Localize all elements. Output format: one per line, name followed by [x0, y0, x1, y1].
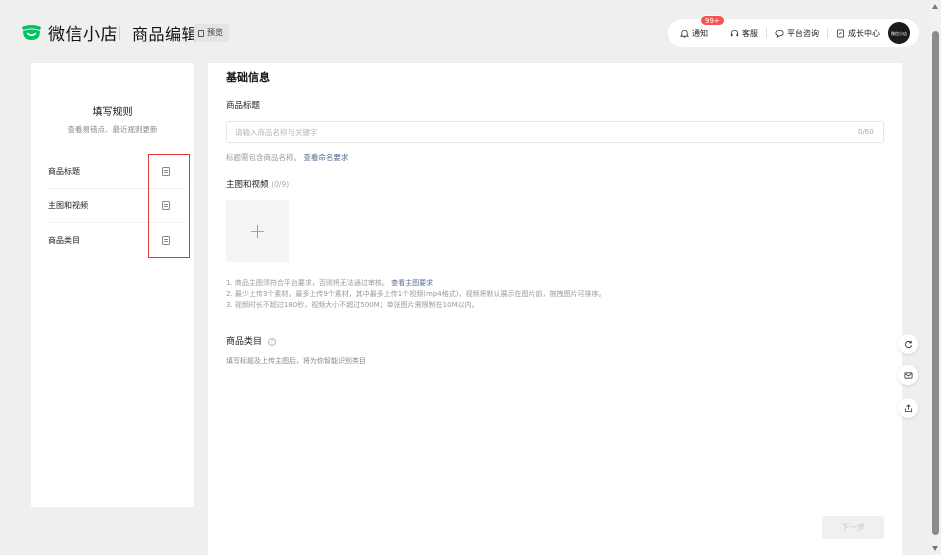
- rule-item-label: 主图和视频: [48, 201, 88, 210]
- media-label: 主图和视频: [226, 180, 269, 190]
- mail-icon: [903, 371, 913, 379]
- scrollbar-thumb[interactable]: [932, 31, 939, 535]
- headset-icon: [730, 29, 739, 36]
- media-note-2: 2. 最少上传3个素材，最多上传9个素材，其中最多上传1个视频(mp4格式)，视…: [226, 290, 606, 298]
- notification-label: 通知: [692, 28, 708, 38]
- vertical-scrollbar[interactable]: [930, 0, 941, 555]
- shop-logo-icon: [22, 25, 41, 40]
- platform-consult-label: 平台咨询: [787, 28, 819, 38]
- category-label: 商品类目: [226, 337, 263, 347]
- media-note-1-text: 1. 商品主图须符合平台要求，否则将无法通过审核。: [226, 279, 389, 287]
- customer-service-label: 客服: [742, 28, 758, 38]
- refresh-button[interactable]: [898, 334, 918, 354]
- top-actions: 通知 99+ 客服 平台咨询 成长中心 微信小店: [668, 14, 919, 47]
- avatar[interactable]: 微信小店: [888, 22, 910, 44]
- brand-divider: [119, 26, 120, 40]
- chat-bubble-icon: [775, 29, 784, 38]
- preview-label: 预览: [207, 28, 223, 37]
- scroll-up-arrow-icon[interactable]: [932, 4, 938, 9]
- preview-button[interactable]: 预览: [194, 24, 229, 42]
- category-field-label: 商品类目 ?: [226, 334, 276, 347]
- preview-icon: [198, 29, 204, 37]
- media-notes: 1. 商品主图须符合平台要求，否则将无法通过审核。 查看主图要求 2. 最少上传…: [226, 278, 605, 311]
- highlight-annotation-box: [148, 154, 190, 258]
- upload-media-button[interactable]: +: [226, 200, 289, 262]
- brand-name: 微信小店: [48, 25, 118, 45]
- divider: [827, 28, 828, 38]
- rule-item-label: 商品类目: [48, 235, 80, 245]
- notification-button[interactable]: 通知 99+: [680, 14, 725, 39]
- customer-service-button[interactable]: 客服: [730, 28, 758, 39]
- export-button[interactable]: [898, 398, 918, 418]
- next-step-button[interactable]: 下一步: [822, 516, 884, 539]
- rule-item-label: 商品标题: [48, 167, 80, 176]
- page-title: 商品编辑: [132, 25, 199, 44]
- platform-consult-button[interactable]: 平台咨询: [775, 28, 819, 39]
- divider: [766, 28, 767, 38]
- media-note-3: 3. 视频时长不超过180秒，视频大小不超过500M；单张图片需限制在10M以内…: [226, 301, 479, 309]
- growth-center-label: 成长中心: [848, 28, 880, 38]
- title-field-label: 商品标题: [226, 101, 261, 111]
- message-button[interactable]: [898, 365, 918, 385]
- category-hint: 填写标题及上传主图后，将为你智能识别类目: [226, 357, 366, 365]
- title-hint-text: 标题需包含商品名称。: [226, 153, 301, 162]
- help-icon[interactable]: ?: [267, 338, 276, 346]
- rules-subtitle-link[interactable]: 查看易错点、最近规则更新: [31, 124, 194, 135]
- media-count: (0/9): [271, 180, 290, 189]
- rules-title: 填写规则: [92, 107, 133, 118]
- media-note-1: 1. 商品主图须符合平台要求，否则将无法通过审核。 查看主图要求: [226, 278, 605, 289]
- title-char-counter: 0/60: [858, 128, 874, 136]
- product-title-input[interactable]: [226, 121, 884, 143]
- scroll-down-arrow-icon[interactable]: [932, 546, 938, 551]
- title-hint: 标题需包含商品名称。 查看命名要求: [226, 152, 348, 163]
- refresh-icon: [904, 340, 912, 348]
- notification-badge: 99+: [700, 14, 725, 26]
- bell-icon: [680, 29, 689, 38]
- section-title: 基础信息: [226, 71, 270, 84]
- media-field-label: 主图和视频 (0/9): [226, 178, 289, 190]
- plus-icon: +: [249, 219, 266, 243]
- growth-center-button[interactable]: 成长中心: [836, 28, 880, 39]
- growth-book-icon: [836, 28, 845, 38]
- top-bar: 微信小店 商品编辑 预览 通知 99+ 客服 平台咨询 成长中心 微信小店: [0, 0, 930, 62]
- product-form-panel: 基础信息 商品标题 0/60 标题需包含商品名称。 查看命名要求 主图和视频 (…: [208, 63, 902, 555]
- main-image-requirements-link[interactable]: 查看主图要求: [391, 279, 433, 287]
- naming-requirements-link[interactable]: 查看命名要求: [303, 153, 348, 162]
- upload-tray-icon: [904, 403, 912, 412]
- rules-panel: 填写规则 查看易错点、最近规则更新 商品标题 主图和视频 商品类目: [31, 63, 194, 507]
